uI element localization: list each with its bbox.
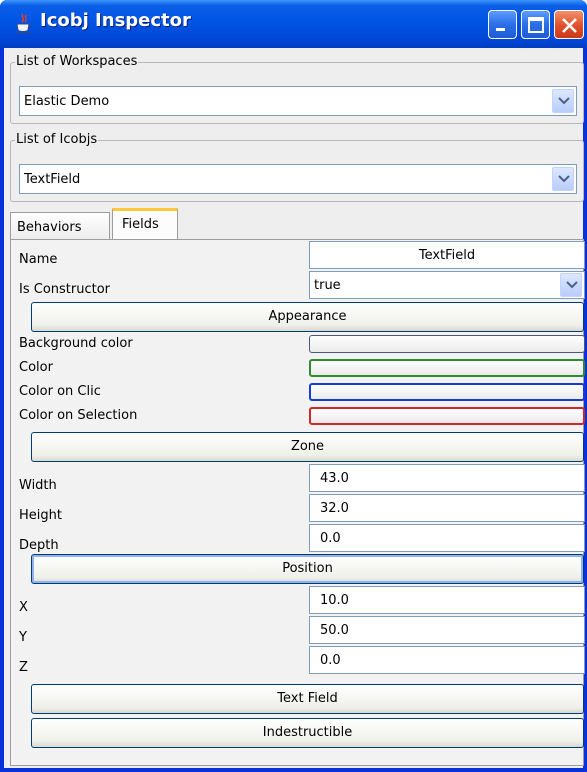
indestructible-button[interactable]: Indestructible: [31, 718, 584, 748]
text-field-button[interactable]: Text Field: [31, 684, 584, 714]
height-field[interactable]: 32.0: [309, 494, 585, 522]
depth-field[interactable]: 0.0: [309, 524, 585, 552]
z-label: Z: [19, 660, 28, 675]
workspaces-group-label: List of Workspaces: [15, 54, 139, 69]
y-field[interactable]: 50.0: [309, 616, 585, 644]
icobjs-group: List of Icobjs TextField: [10, 132, 584, 202]
is-constructor-label: Is Constructor: [19, 282, 111, 297]
close-button[interactable]: [554, 10, 584, 39]
inspector-window: Icobj Inspector List of Workspaces Elast…: [0, 0, 587, 772]
zone-button[interactable]: Zone: [31, 432, 584, 462]
java-cup-icon: [14, 13, 34, 35]
color-on-clic-swatch[interactable]: [309, 383, 585, 401]
background-color-label: Background color: [19, 336, 133, 351]
chevron-down-icon[interactable]: [560, 273, 582, 297]
fields-panel: Name TextField Is Constructor true Appea…: [10, 239, 585, 766]
tab-fields[interactable]: Fields: [112, 208, 178, 240]
tab-bar: Behaviors Fields: [10, 206, 584, 240]
color-on-selection-swatch[interactable]: [309, 407, 585, 425]
appearance-button[interactable]: Appearance: [31, 302, 584, 332]
height-label: Height: [19, 508, 62, 523]
chevron-down-icon[interactable]: [552, 89, 574, 113]
workspace-selected: Elastic Demo: [24, 94, 110, 109]
icobj-selected: TextField: [24, 172, 81, 187]
x-label: X: [19, 600, 28, 615]
icobjs-group-label: List of Icobjs: [15, 132, 99, 147]
title-bar[interactable]: Icobj Inspector: [0, 0, 587, 48]
is-constructor-value: true: [314, 278, 341, 293]
minimize-button[interactable]: [488, 10, 517, 39]
maximize-button[interactable]: [521, 10, 550, 39]
depth-label: Depth: [19, 538, 59, 553]
width-field[interactable]: 43.0: [309, 464, 585, 492]
color-on-selection-label: Color on Selection: [19, 408, 138, 423]
x-field[interactable]: 10.0: [309, 586, 585, 614]
is-constructor-select[interactable]: true: [309, 271, 585, 299]
z-field[interactable]: 0.0: [309, 646, 585, 674]
workspace-combo[interactable]: Elastic Demo: [19, 86, 577, 116]
workspaces-group: List of Workspaces Elastic Demo: [10, 54, 584, 124]
color-on-clic-label: Color on Clic: [19, 384, 101, 399]
window-client-area: List of Workspaces Elastic Demo List of …: [4, 48, 585, 768]
name-field[interactable]: TextField: [309, 241, 585, 269]
width-label: Width: [19, 478, 57, 493]
tab-behaviors[interactable]: Behaviors: [10, 212, 110, 240]
background-color-swatch[interactable]: [309, 335, 585, 353]
name-label: Name: [19, 252, 58, 267]
icobj-combo[interactable]: TextField: [19, 164, 577, 194]
color-label: Color: [19, 360, 53, 375]
y-label: Y: [19, 630, 27, 645]
position-button[interactable]: Position: [31, 554, 584, 584]
color-swatch[interactable]: [309, 359, 585, 377]
window-title: Icobj Inspector: [40, 10, 191, 31]
chevron-down-icon[interactable]: [552, 167, 574, 191]
